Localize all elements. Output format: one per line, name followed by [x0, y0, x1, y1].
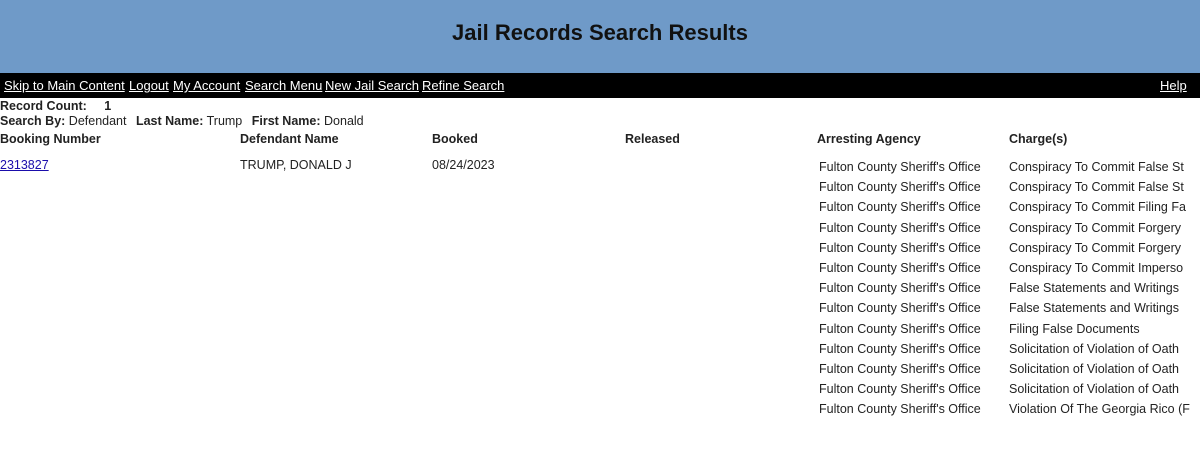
first-name-label: First Name: [251, 114, 321, 128]
first-name-value: Donald [324, 114, 364, 128]
booking-number-link[interactable]: 2313827 [0, 158, 49, 172]
arresting-agency-cell: Fulton County Sheriff's Office [819, 200, 981, 215]
charge-cell: Conspiracy To Commit Filing Fa [1009, 200, 1186, 215]
arresting-agency-cell: Fulton County Sheriff's Office [819, 220, 981, 235]
charge-cell: Solicitation of Violation of Oath [1009, 341, 1180, 356]
nav-skip-link[interactable]: Skip to Main Content [4, 78, 125, 93]
col-header-defendant-name: Defendant Name [240, 132, 339, 146]
nav-refine-link[interactable]: Refine Search [422, 78, 504, 93]
booked-date-cell: 08/24/2023 [432, 158, 495, 172]
col-header-booking-number: Booking Number [0, 132, 101, 146]
page-title: Jail Records Search Results [452, 19, 748, 45]
nav-help-link[interactable]: Help [1160, 78, 1187, 93]
charge-cell: Conspiracy To Commit Forgery [1009, 220, 1182, 235]
arresting-agency-cell: Fulton County Sheriff's Office [819, 341, 981, 356]
arresting-agency-cell: Fulton County Sheriff's Office [819, 382, 981, 397]
defendant-name-cell: TRUMP, DONALD J [240, 158, 352, 172]
charge-cell: Conspiracy To Commit False St [1009, 180, 1184, 195]
arresting-agency-cell: Fulton County Sheriff's Office [819, 321, 981, 336]
charge-cell: False Statements and Writings [1009, 281, 1179, 296]
col-header-released: Released [625, 132, 680, 146]
record-count-line: Record Count: 1 [0, 99, 111, 113]
charge-cell: Conspiracy To Commit Forgery [1009, 240, 1182, 255]
arresting-agency-cell: Fulton County Sheriff's Office [819, 281, 981, 296]
col-header-charges: Charge(s) [1009, 132, 1068, 146]
charge-cell: Conspiracy To Commit False St [1009, 160, 1184, 174]
col-header-arresting-agency: Arresting Agency [817, 132, 921, 146]
nav-new-search-link[interactable]: New Jail Search [325, 78, 419, 93]
charge-cell: Conspiracy To Commit Imperso [1009, 261, 1184, 275]
charge-cell: Violation Of The Georgia Rico (F [1009, 402, 1190, 417]
arresting-agency-cell: Fulton County Sheriff's Office [819, 240, 981, 255]
charge-cell: Solicitation of Violation of Oath [1009, 382, 1180, 397]
nav-search-menu-link[interactable]: Search Menu [245, 78, 322, 93]
charge-cell: Solicitation of Violation of Oath [1009, 362, 1180, 376]
nav-logout-link[interactable]: Logout [129, 78, 169, 93]
nav-account-link[interactable]: My Account [173, 78, 240, 93]
arresting-agency-cell: Fulton County Sheriff's Office [819, 362, 981, 376]
arresting-agency-cell: Fulton County Sheriff's Office [819, 160, 981, 174]
record-count-label: Record Count: [0, 99, 87, 113]
arresting-agency-cell: Fulton County Sheriff's Office [819, 402, 981, 417]
arresting-agency-cell: Fulton County Sheriff's Office [819, 180, 981, 195]
last-name-value: Trump [206, 114, 243, 128]
charge-cell: Filing False Documents [1009, 321, 1140, 336]
col-header-booked: Booked [432, 132, 478, 146]
search-criteria-line: Search By: Defendant Last Name: Trump Fi… [0, 114, 364, 128]
search-by-label: Search By: [0, 114, 66, 128]
last-name-label: Last Name: [135, 114, 204, 128]
search-by-value: Defendant [68, 114, 127, 128]
charge-cell: False Statements and Writings [1009, 301, 1179, 316]
arresting-agency-cell: Fulton County Sheriff's Office [819, 301, 981, 316]
record-count-value: 1 [104, 99, 112, 113]
nav-bar: Skip to Main Content Logout My Account S… [0, 73, 1200, 98]
page-header: Jail Records Search Results [0, 0, 1200, 73]
arresting-agency-cell: Fulton County Sheriff's Office [819, 261, 981, 275]
